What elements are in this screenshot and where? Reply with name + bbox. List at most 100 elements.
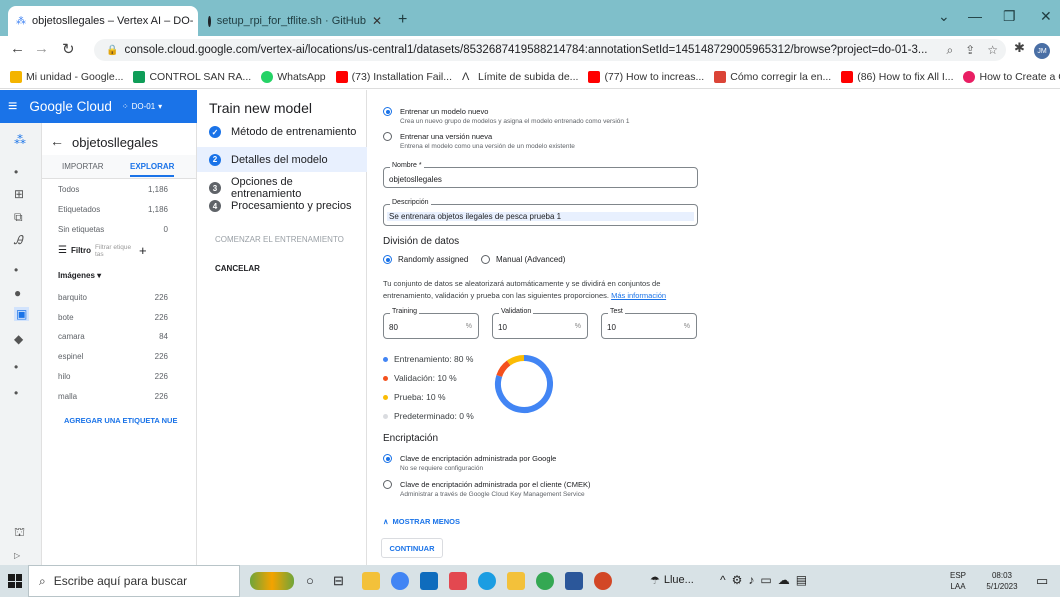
tag-icon[interactable]: ◆ xyxy=(14,332,23,346)
stat-row[interactable]: Sin etiquetas 0 xyxy=(58,225,188,234)
dot-icon[interactable]: • xyxy=(14,360,18,374)
collapse-icon[interactable]: ▷ xyxy=(14,551,20,560)
bookmark-item[interactable]: (86) How to fix All I... xyxy=(841,70,953,83)
name-field[interactable]: Nombre * objetosllegales xyxy=(383,162,698,188)
images-header[interactable]: Imágenes ▾ xyxy=(58,271,101,280)
edge-icon[interactable] xyxy=(478,572,496,590)
continue-button[interactable]: CONTINUAR xyxy=(381,538,443,558)
label-row[interactable]: bote 226 xyxy=(58,313,188,322)
test-field[interactable]: Test 10 % xyxy=(601,308,697,339)
option-new-model[interactable]: Entrenar un modelo nuevo Crea un nuevo g… xyxy=(383,107,629,125)
bookmark-item[interactable]: CONTROL SAN RA... xyxy=(133,70,251,83)
option-new-version[interactable]: Entrenar una versión nueva Entrena el mo… xyxy=(383,132,575,150)
stat-row[interactable]: Etiquetados 1,186 xyxy=(58,205,188,214)
tab-explorar[interactable]: EXPLORAR xyxy=(130,162,175,177)
split-manual-option[interactable]: Manual (Advanced) xyxy=(481,255,565,264)
windows-start-icon[interactable] xyxy=(8,574,22,588)
radio-selected[interactable] xyxy=(383,454,392,463)
tab-vertex-ai[interactable]: ⁂ objetosllegales – Vertex AI – DO- ✕ xyxy=(8,6,198,36)
clock[interactable]: 08:03 5/1/2023 xyxy=(980,570,1024,592)
label-row[interactable]: malla 226 xyxy=(58,392,188,401)
datasets-icon[interactable]: ▣ xyxy=(14,307,30,321)
dot-icon[interactable]: • xyxy=(14,165,18,179)
label-row[interactable]: barquito 226 xyxy=(58,293,188,302)
weather-widget-icon[interactable] xyxy=(250,572,294,590)
word-icon[interactable] xyxy=(565,572,583,590)
bookmark-item[interactable]: Mi unidad - Google... xyxy=(10,70,123,83)
cancel-button[interactable]: CANCELAR xyxy=(215,264,260,273)
enc-google-option[interactable]: Clave de encriptación administrada por G… xyxy=(383,454,556,472)
share-icon[interactable]: ⇪ xyxy=(965,43,975,58)
folder-icon[interactable] xyxy=(507,572,525,590)
back-icon[interactable]: ← xyxy=(10,40,25,57)
more-info-link[interactable]: Más información xyxy=(611,291,666,300)
radio-unselected[interactable] xyxy=(383,132,392,141)
step-detalles[interactable]: 2 Detalles del modelo xyxy=(197,147,367,172)
bookmark-item[interactable]: Λ Límite de subida de... xyxy=(462,71,578,83)
reload-icon[interactable]: ↻ xyxy=(62,40,75,58)
restore-icon[interactable]: ❐ xyxy=(1003,8,1016,25)
show-less-button[interactable]: ∧ MOSTRAR MENOS xyxy=(383,517,460,526)
extensions-icon[interactable]: ✱ xyxy=(1014,40,1025,56)
enc-cmek-option[interactable]: Clave de encriptación administrada por e… xyxy=(383,480,591,498)
acrobat-icon[interactable] xyxy=(449,572,467,590)
file-explorer-icon[interactable] xyxy=(362,572,380,590)
radio-selected[interactable] xyxy=(383,255,392,264)
dot-icon[interactable]: • xyxy=(14,386,18,400)
tab-search-icon[interactable]: ⌄ xyxy=(938,8,950,25)
label-row[interactable]: camara 84 xyxy=(58,332,188,341)
powerpoint-icon[interactable] xyxy=(594,572,612,590)
training-field[interactable]: Training 80 % xyxy=(383,308,479,339)
address-bar[interactable]: 🔒 console.cloud.google.com/vertex-ai/loc… xyxy=(94,39,1006,61)
validation-field[interactable]: Validation 10 % xyxy=(492,308,588,339)
taskbar-search[interactable]: ⌕ Escribe aquí para buscar xyxy=(28,565,240,597)
filter-bar[interactable]: ☰ Filtro Filtrar etique tas + xyxy=(58,243,188,258)
tab-importar[interactable]: IMPORTAR xyxy=(62,162,103,171)
add-label-button[interactable]: AGREGAR UNA ETIQUETA NUE xyxy=(64,416,177,425)
radio-unselected[interactable] xyxy=(481,255,490,264)
weather-status[interactable]: ☂ Llue... xyxy=(650,574,694,587)
step-procesamiento[interactable]: 4 Procesamiento y precios xyxy=(209,200,351,212)
label-row[interactable]: espinel 226 xyxy=(58,352,188,361)
back-arrow-icon[interactable]: ← xyxy=(50,133,64,149)
step-metodo[interactable]: ✓ Método de entrenamiento xyxy=(209,126,356,138)
description-field[interactable]: Descripción Se entrenara objetos ilegale… xyxy=(383,199,698,226)
minimize-icon[interactable]: — xyxy=(968,8,982,24)
task-view-icon[interactable]: ⊟ xyxy=(333,573,344,589)
step-opciones[interactable]: 3 Opciones de entrenamiento xyxy=(209,176,366,200)
add-icon[interactable]: + xyxy=(139,243,147,258)
forward-icon[interactable]: → xyxy=(34,40,49,57)
split-random-option[interactable]: Randomly assigned xyxy=(383,255,468,264)
profile-avatar[interactable]: JM xyxy=(1034,43,1050,59)
shapes-icon[interactable]: ⧉ xyxy=(14,210,23,225)
bookmark-item[interactable]: Cómo corregir la en... xyxy=(714,70,831,83)
marketplace-icon[interactable]: ⛫ xyxy=(14,525,25,541)
cortana-icon[interactable]: ○ xyxy=(306,573,314,588)
chrome-icon[interactable] xyxy=(391,572,409,590)
grid-icon[interactable]: ⊞ xyxy=(14,187,24,201)
text-icon[interactable]: Ꭿ xyxy=(14,233,23,248)
radio-selected[interactable] xyxy=(383,107,392,116)
mail-icon[interactable] xyxy=(420,572,438,590)
vertex-logo-icon[interactable]: ⁂ xyxy=(14,133,26,147)
close-tab-icon[interactable]: ✕ xyxy=(372,14,382,28)
bookmark-item[interactable]: How to Create a CS... xyxy=(963,70,1060,83)
gcp-brand[interactable]: Google Cloud xyxy=(29,99,112,114)
system-tray-icons[interactable]: ^⚙♪▭☁▤ xyxy=(720,573,813,587)
chrome-icon[interactable] xyxy=(536,572,554,590)
label-row[interactable]: hilo 226 xyxy=(58,372,188,381)
stat-row[interactable]: Todos 1,186 xyxy=(58,185,188,194)
tab-github[interactable]: setup_rpi_for_tflite.sh · GitHub ✕ xyxy=(200,6,390,36)
zoom-icon[interactable]: ⌕ xyxy=(946,43,953,58)
new-tab-button[interactable]: + xyxy=(398,11,407,29)
bookmark-item[interactable]: (73) Installation Fail... xyxy=(335,70,452,83)
star-icon[interactable]: ☆ xyxy=(987,43,998,58)
close-window-icon[interactable]: ✕ xyxy=(1040,8,1052,25)
bookmark-item[interactable]: WhatsApp xyxy=(261,70,326,83)
notifications-icon[interactable]: ▭ xyxy=(1036,573,1048,589)
language-indicator[interactable]: ESP LAA xyxy=(950,570,966,592)
radio-unselected[interactable] xyxy=(383,480,392,489)
filter-input[interactable]: Filtrar etique tas xyxy=(95,244,135,258)
bookmark-item[interactable]: (77) How to increas... xyxy=(588,70,704,83)
start-training-button[interactable]: COMENZAR EL ENTRENAMIENTO xyxy=(215,235,344,244)
